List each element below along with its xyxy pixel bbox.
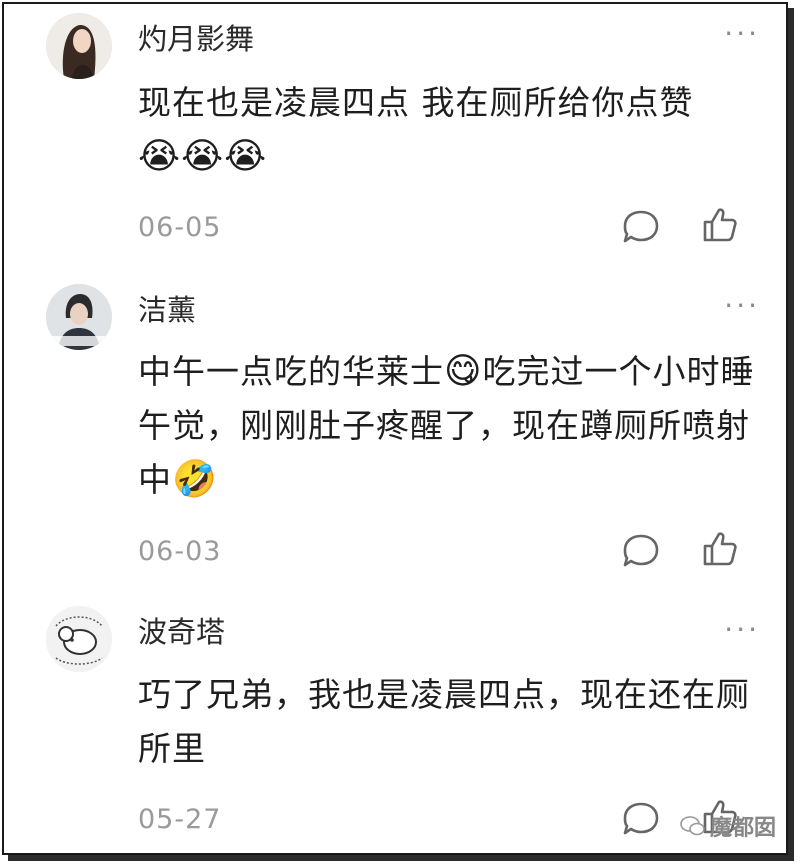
avatar[interactable] xyxy=(46,13,112,79)
savoring-food-emoji: 😋 xyxy=(444,351,483,392)
comment-bubble-icon[interactable] xyxy=(621,207,661,247)
crying-face-emoji: 😭😭😭 xyxy=(138,136,268,177)
thumbs-up-icon[interactable] xyxy=(699,529,739,569)
more-dots-icon[interactable]: ··· xyxy=(724,20,760,48)
wechat-icon xyxy=(680,816,705,836)
watermark-text: 魔都囡 xyxy=(710,816,777,841)
comment-date: 06-03 xyxy=(138,536,222,567)
comment-date: 06-05 xyxy=(138,212,222,243)
avatar[interactable] xyxy=(46,606,112,672)
comment-text: 中午一点吃的华莱士😋吃完过一个小时睡午觉，刚刚肚子疼醒了，现在蹲厕所喷射中🤣 xyxy=(138,345,758,507)
username[interactable]: 洁薰 xyxy=(138,290,196,330)
username[interactable]: 灼月影舞 xyxy=(138,19,254,59)
comment-text-body: 现在也是凌晨四点 我在厕所给你点赞 xyxy=(138,83,694,122)
comment-text: 现在也是凌晨四点 我在厕所给你点赞 😭😭😭 xyxy=(138,76,758,184)
username[interactable]: 波奇塔 xyxy=(138,612,225,652)
comment-date: 05-27 xyxy=(138,804,222,835)
rolling-laughing-emoji: 🤣 xyxy=(172,459,218,500)
more-dots-icon[interactable]: ··· xyxy=(724,616,760,644)
thumbs-up-icon[interactable] xyxy=(699,205,739,245)
avatar[interactable] xyxy=(46,284,112,350)
comment-text: 巧了兄弟，我也是凌晨四点，现在还在厕所里 xyxy=(138,675,750,768)
comment-bubble-icon[interactable] xyxy=(621,799,661,839)
comment-text-part1: 中午一点吃的华莱士 xyxy=(138,352,444,391)
comment-bubble-icon[interactable] xyxy=(621,531,661,571)
watermark: 魔都囡 xyxy=(680,810,776,842)
more-dots-icon[interactable]: ··· xyxy=(724,292,760,320)
